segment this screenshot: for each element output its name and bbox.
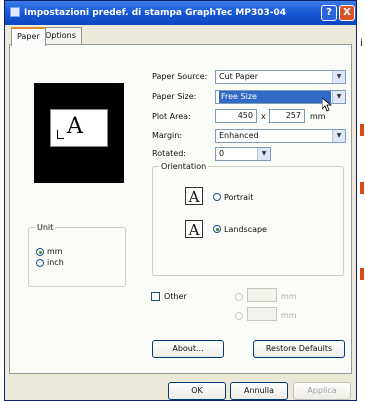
other-unit-2: mm [281,311,297,320]
orientation-group: Orientation [152,162,344,276]
paper-size-value: Free Size [219,91,331,103]
unit-mm-radio[interactable] [36,248,44,256]
rotated-select[interactable]: 0 ▼ [215,147,271,161]
plot-area-unit: mm [310,112,326,121]
chevron-down-icon[interactable]: ▼ [257,148,270,160]
chevron-down-icon[interactable]: ▼ [332,130,345,142]
mouse-cursor-icon [322,98,332,112]
help-icon: ? [326,7,332,18]
portrait-icon: A [185,187,203,206]
orientation-legend: Orientation [161,162,207,171]
plot-area-height-input[interactable]: 257 [269,109,305,123]
landscape-label[interactable]: Landscape [224,225,267,234]
unit-mm-label[interactable]: mm [47,247,63,256]
page-margin-mark [360,124,364,136]
page-margin-mark [360,268,364,280]
unit-inch-radio[interactable] [36,259,44,267]
corner-mark-icon [57,130,64,139]
unit-legend: Unit [37,223,54,232]
close-button[interactable]: X [339,5,355,21]
unit-inch-label[interactable]: inch [47,258,64,267]
window-title: Impostazioni predef. di stampa GraphTec … [24,8,287,18]
cancel-button[interactable]: Annulla [230,382,288,400]
portrait-radio[interactable] [213,193,221,201]
page-margin-mark [360,182,364,194]
help-button[interactable]: ? [321,5,337,21]
print-preferences-dialog: Impostazioni predef. di stampa GraphTec … [4,0,357,401]
rotated-value: 0 [219,149,225,158]
paper-source-label: Paper Source: [152,72,208,81]
other-unit-1: mm [281,292,297,301]
portrait-label[interactable]: Portrait [224,193,253,202]
chevron-down-icon[interactable]: ▼ [332,71,345,83]
restore-defaults-button[interactable]: Restore Defaults [253,340,345,358]
plot-area-width-input[interactable]: 450 [215,109,257,123]
page-margin-letter: i [360,38,363,49]
ok-button[interactable]: OK [168,382,226,400]
plot-area-label: Plot Area: [152,112,191,121]
paper-source-value: Cut Paper [219,72,258,81]
rotated-label: Rotated: [152,149,186,158]
margin-label: Margin: [152,131,183,140]
paper-size-label: Paper Size: [152,92,197,101]
unit-group: Unit [28,223,126,287]
preview-sheet: A [50,109,108,147]
other-width-input[interactable] [247,288,277,302]
paper-source-select[interactable]: Cut Paper ▼ [215,70,346,84]
paper-tab-panel: A Paper Source: Cut Paper ▼ Paper Size: … [9,44,352,374]
margin-select[interactable]: Enhanced ▼ [215,129,346,143]
title-bar[interactable]: Impostazioni predef. di stampa GraphTec … [5,1,356,25]
other-label[interactable]: Other [164,292,187,301]
preview-glyph: A [67,114,83,139]
apply-button[interactable]: Applica [293,382,351,400]
about-button[interactable]: About... [152,340,224,358]
landscape-radio[interactable] [213,225,221,233]
chevron-down-icon[interactable]: ▼ [332,91,345,103]
margin-value: Enhanced [219,131,259,140]
other-checkbox[interactable] [151,292,160,301]
printer-icon [10,7,20,17]
close-icon: X [343,7,351,18]
paper-preview: A [34,83,124,183]
plot-area-x-label: x [261,112,266,121]
other-radio-1[interactable] [235,293,243,301]
other-radio-2[interactable] [235,312,243,320]
landscape-icon: A [185,220,203,239]
tab-paper[interactable]: Paper [11,27,46,46]
other-height-input[interactable] [247,307,277,321]
